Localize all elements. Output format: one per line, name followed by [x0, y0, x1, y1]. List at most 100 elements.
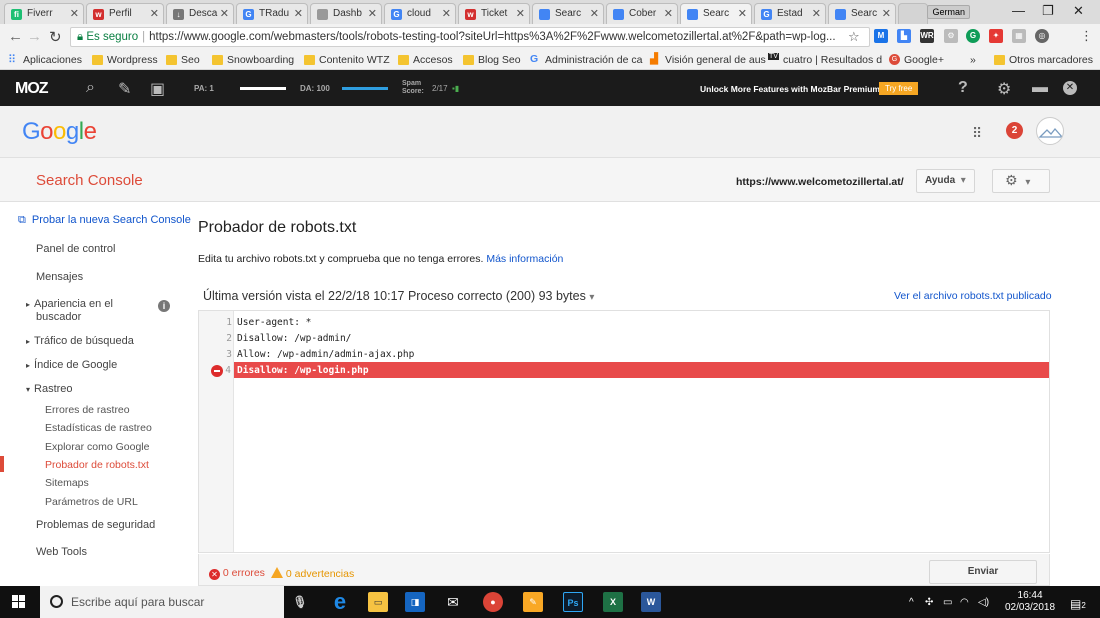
back-icon[interactable]: ←: [8, 28, 23, 45]
tray-app-icon[interactable]: ✣: [925, 597, 933, 608]
sticky-notes-icon[interactable]: ✎: [523, 592, 543, 612]
info-icon[interactable]: i: [158, 300, 170, 312]
bookmark-folder[interactable]: Contenito WTZ: [304, 54, 390, 66]
browser-tab-active[interactable]: Searc ✕: [680, 3, 752, 24]
code-line[interactable]: 1 User-agent: *: [199, 314, 1049, 330]
browser-user-badge[interactable]: German: [927, 5, 970, 19]
sidebar-item-try-new[interactable]: ⧉ Probar la nueva Search Console: [18, 214, 191, 227]
bookmarks-overflow[interactable]: »: [955, 54, 976, 66]
bookmark-admin[interactable]: G Administración de ca: [530, 53, 642, 66]
browser-menu-icon[interactable]: ⋮: [1080, 28, 1093, 44]
bookmark-apps[interactable]: ⠿ Aplicaciones: [8, 54, 82, 66]
restore-icon[interactable]: ❐: [1042, 3, 1054, 19]
browser-tab[interactable]: Cober ✕: [606, 3, 678, 24]
sidebar-item-fetch-as-google[interactable]: Explorar como Google: [45, 441, 149, 453]
browser-tab[interactable]: w Ticket ✕: [458, 3, 530, 24]
photoshop-icon[interactable]: Ps: [563, 592, 583, 612]
more-info-link[interactable]: Más información: [486, 253, 563, 265]
mail-icon[interactable]: ✉: [443, 592, 463, 612]
close-tab-icon[interactable]: ✕: [70, 7, 79, 20]
battery-icon[interactable]: ▭: [943, 597, 952, 608]
settings-gear-icon[interactable]: ⚙: [997, 79, 1011, 99]
close-tab-icon[interactable]: ✕: [590, 7, 599, 20]
system-clock[interactable]: 16:44 02/03/2018: [1005, 590, 1055, 614]
browser-tab[interactable]: ↓ Desca ✕: [166, 3, 234, 24]
sidebar-item-sitemaps[interactable]: Sitemaps: [45, 477, 89, 489]
sidebar-item-messages[interactable]: Mensajes: [36, 271, 83, 283]
warnings-count[interactable]: 0 advertencias: [271, 567, 354, 580]
moz-logo[interactable]: MOZ: [15, 80, 49, 98]
notifications-badge[interactable]: 2: [1006, 122, 1023, 139]
browser-tab[interactable]: G TRadu ✕: [236, 3, 308, 24]
globe-extension-icon[interactable]: ◎: [1035, 29, 1049, 43]
sidebar-item-traffic[interactable]: ▸ Tráfico de búsqueda: [26, 335, 134, 347]
analytics-extension-icon[interactable]: ▙: [897, 29, 911, 43]
menu-icon[interactable]: ▬: [1032, 79, 1048, 97]
microphone-icon[interactable]: 🎙︎: [290, 592, 310, 612]
bookmark-folder[interactable]: Blog Seo: [463, 54, 521, 66]
help-dropdown[interactable]: Ayuda ▾: [916, 169, 975, 193]
code-line-error[interactable]: 4 Disallow: /wp-login.php: [199, 362, 1049, 378]
tray-chevron-icon[interactable]: ^: [909, 597, 914, 608]
pin-extension-icon[interactable]: ✦: [989, 29, 1003, 43]
store-icon[interactable]: ◨: [405, 592, 425, 612]
sidebar-item-appearance[interactable]: ▸ Apariencia en el: [26, 298, 113, 310]
bookmark-star-icon[interactable]: ☆: [848, 29, 860, 45]
sidebar-item-crawl[interactable]: ▾ Rastreo: [26, 383, 73, 395]
reload-icon[interactable]: ↻: [49, 28, 62, 46]
bookmark-cuatro[interactable]: TV cuatro | Resultados d: [768, 53, 882, 66]
view-published-link[interactable]: Ver el archivo robots.txt publicado: [894, 290, 1052, 302]
browser-tab[interactable]: fi Fiverr ✕: [4, 3, 84, 24]
code-line[interactable]: 2 Disallow: /wp-admin/: [199, 330, 1049, 346]
sidebar-item-robots-tester[interactable]: Probador de robots.txt: [45, 459, 149, 471]
keyword-icon[interactable]: ▣: [150, 79, 165, 99]
errors-count[interactable]: ✕ 0 errores: [209, 567, 265, 580]
sidebar-item-url-params[interactable]: Parámetros de URL: [45, 496, 138, 508]
bookmark-gplus[interactable]: G Google+: [889, 54, 944, 66]
mail-extension-icon[interactable]: M: [874, 29, 888, 43]
close-tab-icon[interactable]: ✕: [664, 7, 673, 20]
bookmark-folder[interactable]: Snowboarding: [212, 54, 294, 66]
close-tab-icon[interactable]: ✕: [150, 7, 159, 20]
sidebar-item-control-panel[interactable]: Panel de control: [36, 243, 116, 255]
sidebar-item-appearance-line2[interactable]: buscador: [36, 311, 81, 323]
taskbar-search-input[interactable]: Escribe aquí para buscar: [40, 586, 284, 618]
browser-tab[interactable]: Dashb ✕: [310, 3, 382, 24]
edge-icon[interactable]: e: [330, 591, 350, 613]
sidebar-item-crawl-stats[interactable]: Estadísticas de rastreo: [45, 422, 152, 434]
close-window-icon[interactable]: ✕: [1073, 3, 1084, 19]
try-free-button[interactable]: Try free: [879, 82, 919, 95]
close-tab-icon[interactable]: ✕: [442, 7, 451, 20]
page-analysis-icon[interactable]: ⌕: [86, 79, 95, 97]
grammar-extension-icon[interactable]: G: [966, 29, 980, 43]
bookmark-folder[interactable]: Wordpress: [92, 54, 158, 66]
property-selector[interactable]: https://www.welcometozillertal.at/: [736, 176, 904, 188]
close-tab-icon[interactable]: ✕: [738, 7, 747, 20]
help-icon[interactable]: ?: [958, 79, 968, 97]
close-tab-icon[interactable]: ✕: [516, 7, 525, 20]
apps-grid-icon[interactable]: ⠿: [972, 125, 982, 142]
close-tab-icon[interactable]: ✕: [368, 7, 377, 20]
browser-tab[interactable]: G Estad ✕: [754, 3, 826, 24]
google-logo[interactable]: Google: [22, 118, 97, 146]
version-selector[interactable]: Última versión vista el 22/2/18 10:17 Pr…: [203, 289, 594, 303]
robots-editor[interactable]: 1 User-agent: * 2 Disallow: /wp-admin/ 3 Al…: [198, 310, 1050, 553]
file-explorer-icon[interactable]: ▭: [368, 592, 388, 612]
bookmark-folder[interactable]: Seo: [166, 54, 200, 66]
sidebar-item-security[interactable]: Problemas de seguridad: [36, 519, 155, 531]
minimize-icon[interactable]: —: [1012, 3, 1025, 18]
sidebar-item-index[interactable]: ▸ Índice de Google: [26, 359, 117, 371]
wr-extension-icon[interactable]: WR: [920, 29, 934, 43]
sidebar-item-web-tools[interactable]: Web Tools: [36, 546, 87, 558]
chrome-icon[interactable]: ●: [483, 592, 503, 612]
wifi-icon[interactable]: ◠: [960, 597, 969, 608]
puzzle-extension-icon[interactable]: ⚙: [944, 29, 958, 43]
close-tab-icon[interactable]: ✕: [294, 7, 303, 20]
url-input[interactable]: 🔒︎ Es seguro | https://www.google.com/webm…: [70, 27, 870, 47]
avatar[interactable]: [1036, 117, 1064, 145]
bookmark-others[interactable]: Otros marcadores: [994, 54, 1093, 66]
send-button[interactable]: Enviar: [929, 560, 1037, 584]
sidebar-item-crawl-errors[interactable]: Errores de rastreo: [45, 404, 130, 416]
close-tab-icon[interactable]: ✕: [882, 7, 891, 20]
volume-icon[interactable]: ◁): [978, 597, 989, 608]
